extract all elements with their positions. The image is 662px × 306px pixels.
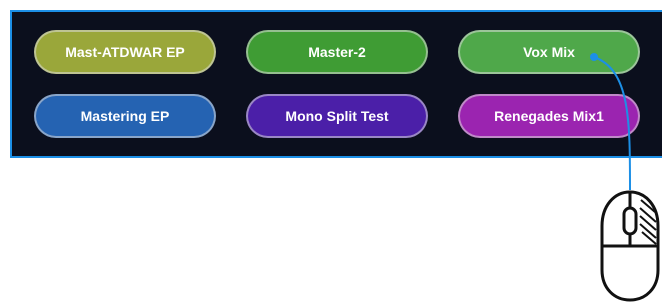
mouse-icon <box>600 190 660 302</box>
cursor-dot <box>590 53 598 61</box>
mouse-cable <box>593 56 631 191</box>
mouse-pointer-overlay <box>590 53 660 302</box>
